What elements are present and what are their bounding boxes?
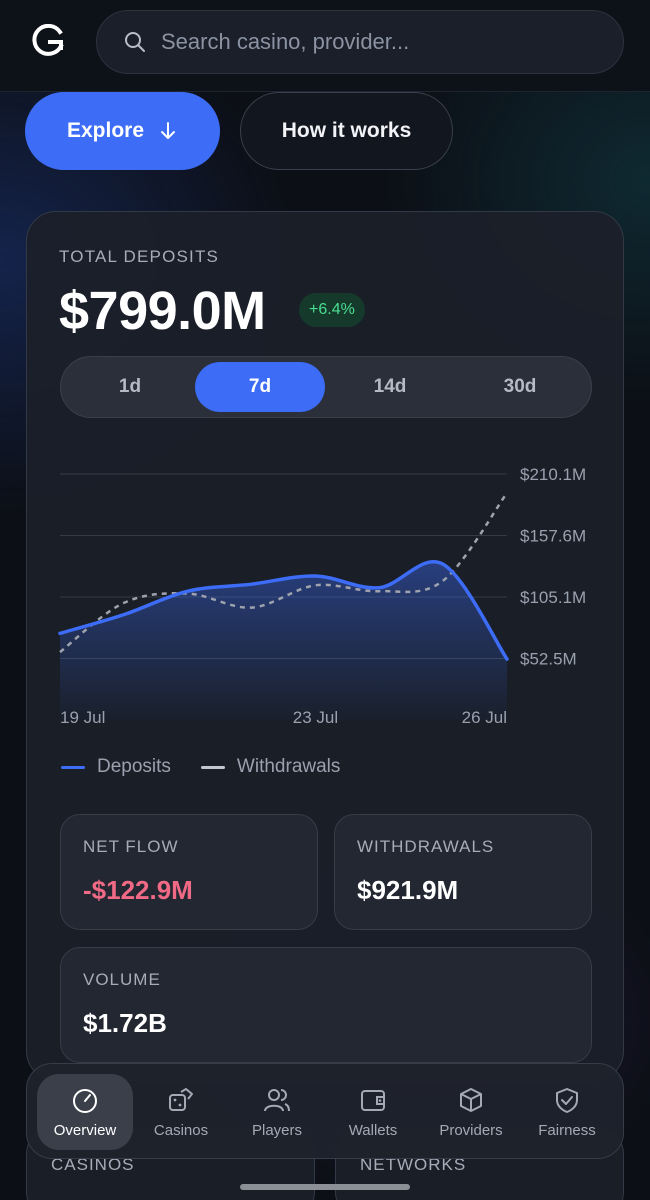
legend-deposits-label: Deposits bbox=[97, 756, 171, 777]
y-tick-label: $52.5M bbox=[520, 650, 577, 669]
gauge-icon bbox=[73, 1088, 97, 1113]
x-tick-label: 23 Jul bbox=[293, 708, 338, 727]
search-icon bbox=[125, 32, 145, 52]
withdrawals-stat: WITHDRAWALS $921.9M bbox=[334, 814, 592, 930]
net-flow-label: NET FLOW bbox=[83, 837, 179, 856]
y-tick-label: $157.6M bbox=[520, 527, 586, 546]
range-1d-button[interactable]: 1d bbox=[65, 362, 195, 412]
withdrawals-label: WITHDRAWALS bbox=[357, 837, 495, 856]
search-bar[interactable] bbox=[96, 10, 624, 74]
nav-label-casinos: Casinos bbox=[153, 1121, 209, 1139]
explore-button[interactable]: Explore bbox=[25, 92, 220, 170]
nav-item-fairness[interactable]: Fairness bbox=[525, 1074, 609, 1150]
wallet-icon bbox=[361, 1089, 385, 1111]
nav-label-providers: Providers bbox=[439, 1121, 503, 1139]
bottom-nav: Overview Casinos Players Wallets Provide… bbox=[26, 1063, 624, 1159]
chart-legend: Deposits Withdrawals bbox=[61, 756, 340, 778]
explore-label: Explore bbox=[66, 119, 145, 142]
deposits-chart: $210.1M $157.6M $105.1M $52.5M 19 Jul 23 Jul… bbox=[58, 465, 586, 727]
search-input[interactable] bbox=[161, 22, 623, 62]
range-7d-button[interactable]: 7d bbox=[195, 362, 325, 412]
net-flow-stat: NET FLOW -$122.9M bbox=[60, 814, 318, 930]
how-it-works-button[interactable]: How it works bbox=[240, 92, 453, 170]
deposits-card: TOTAL DEPOSITS $799.0M +6.4% 1d 7d 14d 3… bbox=[26, 211, 624, 1081]
users-icon bbox=[264, 1088, 290, 1111]
nav-item-wallets[interactable]: Wallets bbox=[331, 1074, 415, 1150]
arrow-down-icon bbox=[161, 122, 176, 139]
legend-swatch-withdrawals bbox=[200, 765, 225, 769]
nav-label-overview: Overview bbox=[53, 1121, 117, 1139]
legend-swatch-deposits bbox=[61, 765, 85, 769]
nav-item-players[interactable]: Players bbox=[235, 1074, 319, 1150]
range-30d-button[interactable]: 30d bbox=[455, 362, 585, 412]
app-header bbox=[0, 0, 650, 92]
range-selector: 1d 7d 14d 30d bbox=[60, 356, 592, 418]
y-tick-label: $105.1M bbox=[520, 588, 586, 607]
range-14d-button[interactable]: 14d bbox=[325, 362, 455, 412]
deposits-area bbox=[60, 561, 507, 720]
dice-icon bbox=[169, 1087, 193, 1111]
nav-label-wallets: Wallets bbox=[348, 1121, 398, 1139]
y-tick-label: $210.1M bbox=[520, 465, 586, 484]
volume-value: $1.72B bbox=[83, 1008, 167, 1038]
nav-item-providers[interactable]: Providers bbox=[427, 1074, 515, 1150]
nav-item-overview[interactable]: Overview bbox=[37, 1074, 133, 1150]
nav-label-players: Players bbox=[251, 1121, 303, 1139]
total-deposits-label: TOTAL DEPOSITS bbox=[59, 247, 220, 266]
legend-deposits[interactable]: Deposits bbox=[61, 756, 171, 778]
box-icon bbox=[460, 1087, 482, 1112]
nav-item-casinos[interactable]: Casinos bbox=[139, 1074, 223, 1150]
legend-withdrawals[interactable]: Withdrawals bbox=[200, 756, 341, 778]
volume-stat: VOLUME $1.72B bbox=[60, 947, 592, 1063]
legend-withdrawals-label: Withdrawals bbox=[236, 756, 341, 777]
total-deposits-value: $799.0M bbox=[59, 281, 266, 341]
x-tick-label: 26 Jul bbox=[462, 708, 507, 727]
nav-label-fairness: Fairness bbox=[538, 1121, 596, 1139]
brand-logo-icon[interactable] bbox=[30, 24, 66, 60]
withdrawals-value: $921.9M bbox=[357, 875, 459, 905]
home-indicator bbox=[240, 1184, 410, 1190]
volume-label: VOLUME bbox=[83, 970, 161, 989]
change-badge: +6.4% bbox=[299, 293, 365, 327]
x-tick-label: 19 Jul bbox=[60, 708, 105, 727]
net-flow-value: -$122.9M bbox=[83, 875, 193, 905]
shield-check-icon bbox=[556, 1087, 578, 1113]
